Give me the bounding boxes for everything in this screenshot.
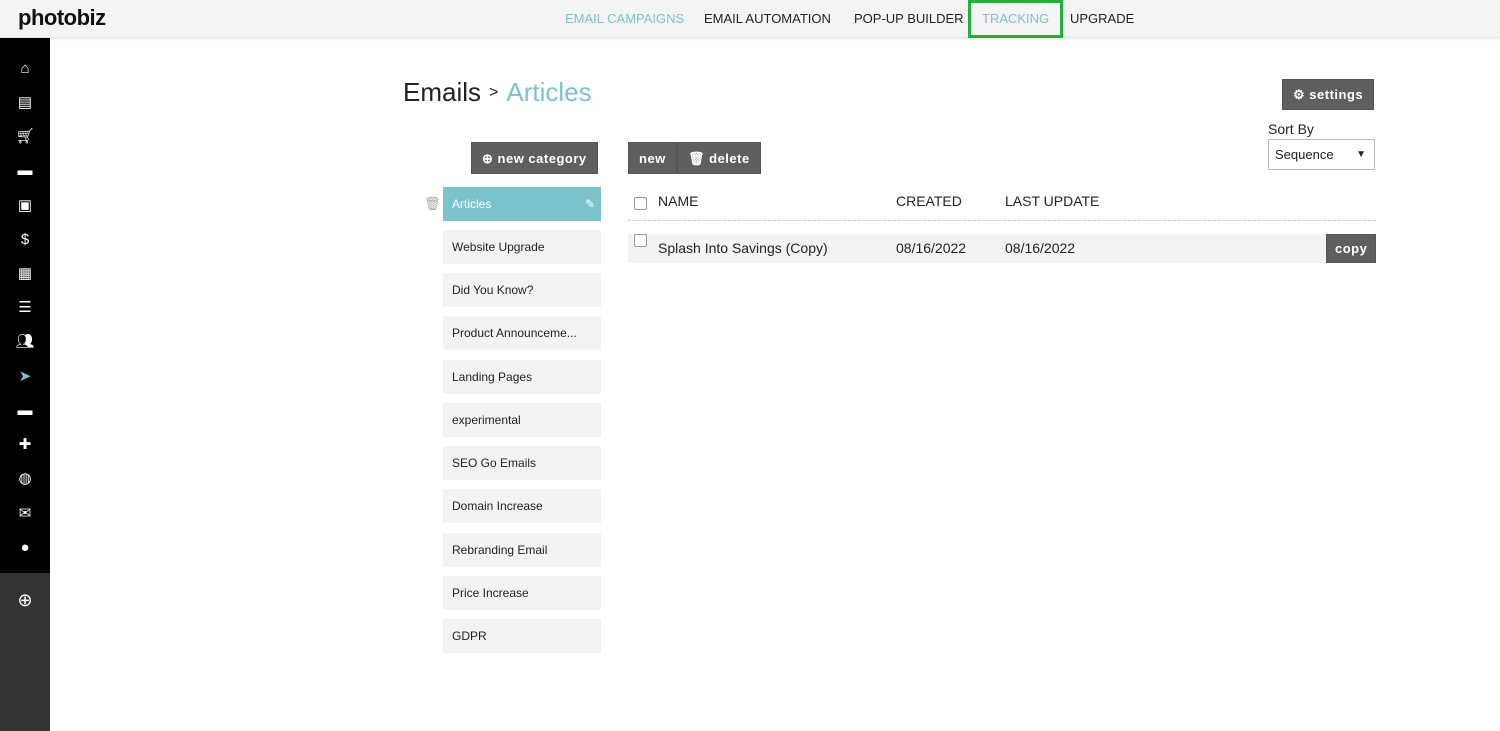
send-icon[interactable]: ➤: [15, 367, 35, 387]
top-bar: photobiz EMAIL CAMPAIGNS EMAIL AUTOMATIO…: [0, 0, 1500, 38]
select-all-checkbox[interactable]: [634, 194, 647, 210]
sort-value: Sequence: [1275, 147, 1334, 162]
new-category-label: new category: [497, 151, 587, 166]
category-item[interactable]: Product Announceme...: [443, 316, 601, 350]
category-item[interactable]: Price Increase: [443, 576, 601, 610]
contacts-icon[interactable]: 👥︎: [15, 332, 35, 352]
breadcrumb: Emails > Articles: [403, 77, 592, 108]
nav-tracking[interactable]: TRACKING: [968, 0, 1064, 38]
table-row[interactable]: Splash Into Savings (Copy) 08/16/2022 08…: [628, 234, 1377, 263]
category-item[interactable]: experimental: [443, 403, 601, 437]
delete-label: delete: [709, 151, 750, 166]
gear-icon: ⚙: [1293, 87, 1306, 102]
list-icon[interactable]: ☰: [15, 298, 35, 318]
category-item[interactable]: Landing Pages: [443, 360, 601, 394]
sort-label: Sort By: [1268, 121, 1314, 137]
row-created: 08/16/2022: [896, 240, 967, 256]
invoice-icon[interactable]: $: [15, 230, 35, 250]
website-icon[interactable]: ▤: [15, 93, 35, 113]
sidebar: ⌂ ▤ 🛒︎ ▬ ▣ $ ▦ ☰ 👥︎ ➤ ▬ ✚ ◍ ✉ ●: [0, 38, 50, 573]
divider: [628, 220, 1376, 221]
category-item[interactable]: Did You Know?: [443, 273, 601, 307]
category-item[interactable]: Domain Increase: [443, 489, 601, 523]
plus-circle-icon: ⊕: [482, 151, 494, 166]
category-item[interactable]: SEO Go Emails: [443, 446, 601, 480]
globe-icon[interactable]: ◍: [15, 469, 35, 489]
chevron-down-icon: ▼: [1356, 149, 1366, 160]
breadcrumb-separator: >: [489, 84, 499, 101]
new-button[interactable]: new: [628, 142, 677, 174]
category-label: Articles: [452, 197, 492, 211]
logo[interactable]: photobiz: [18, 5, 106, 31]
header-created[interactable]: CREATED: [896, 193, 962, 209]
sidebar-bottom: ⊕: [0, 573, 50, 731]
settings-label: settings: [1309, 87, 1364, 102]
header-last-update[interactable]: LAST UPDATE: [1005, 193, 1099, 209]
copy-button[interactable]: copy: [1326, 234, 1377, 263]
mail-icon[interactable]: ✉: [15, 504, 35, 524]
gallery-icon[interactable]: ▣: [15, 196, 35, 216]
header-name[interactable]: NAME: [658, 193, 698, 209]
calendar-icon[interactable]: ▦: [15, 264, 35, 284]
category-item[interactable]: Rebranding Email: [443, 533, 601, 567]
account-icon[interactable]: ●: [15, 538, 35, 558]
comment-icon[interactable]: ▬: [15, 161, 35, 181]
trash-icon: 🗑︎: [688, 151, 706, 166]
sort-select[interactable]: Sequence ▼: [1268, 139, 1375, 170]
nav-popup-builder[interactable]: POP-UP BUILDER: [842, 0, 976, 38]
home-icon[interactable]: ⌂: [15, 59, 35, 79]
breadcrumb-root[interactable]: Emails: [403, 77, 481, 107]
delete-button[interactable]: 🗑︎ delete: [677, 142, 761, 174]
nav-email-automation[interactable]: EMAIL AUTOMATION: [692, 0, 843, 38]
breadcrumb-current: Articles: [506, 77, 592, 107]
cart-icon[interactable]: 🛒︎: [15, 127, 35, 147]
plugin-icon[interactable]: ✚: [15, 435, 35, 455]
category-item-active[interactable]: Articles ✎: [443, 187, 601, 221]
settings-button[interactable]: ⚙ settings: [1282, 79, 1375, 110]
row-updated: 08/16/2022: [1005, 240, 1076, 256]
nav-email-campaigns[interactable]: EMAIL CAMPAIGNS: [553, 0, 696, 38]
row-name[interactable]: Splash Into Savings (Copy): [658, 234, 828, 263]
category-item[interactable]: GDPR: [443, 619, 601, 653]
trash-icon[interactable]: 🗑︎: [424, 196, 441, 212]
nav-upgrade[interactable]: UPGRADE: [1058, 0, 1146, 38]
plus-circle-icon[interactable]: ⊕: [15, 590, 35, 610]
folder-icon[interactable]: ▬: [15, 401, 35, 421]
pencil-icon[interactable]: ✎: [585, 187, 595, 221]
new-category-button[interactable]: ⊕ new category: [471, 142, 598, 174]
category-item[interactable]: Website Upgrade: [443, 230, 601, 264]
